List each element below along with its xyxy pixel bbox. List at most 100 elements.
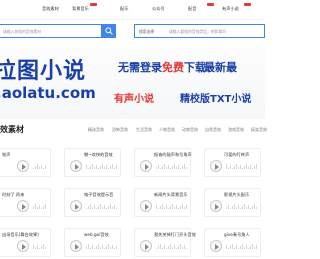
waveform-bar xyxy=(256,164,257,169)
waveform-bar xyxy=(104,248,105,249)
waveform-bar xyxy=(156,167,157,169)
sound-card[interactable]: 出场音乐(舞台效果) xyxy=(0,228,51,257)
play-icon[interactable] xyxy=(210,240,222,252)
tab-category[interactable]: 动物音效 xyxy=(182,127,198,133)
waveform-bar xyxy=(172,166,173,169)
waveform-bar xyxy=(180,244,181,249)
waveform-bar xyxy=(174,164,175,169)
waveform-bar xyxy=(90,166,91,169)
play-icon[interactable] xyxy=(140,200,152,212)
sound-card[interactable]: 效声 xyxy=(0,148,51,177)
play-icon[interactable] xyxy=(70,240,82,252)
hot-badge xyxy=(90,3,97,6)
play-icon[interactable] xyxy=(17,240,29,252)
tab-category[interactable]: 搞笑音效 xyxy=(251,127,267,133)
waveform-bar xyxy=(226,245,227,249)
waveform-bar xyxy=(158,165,159,169)
nav-item-dubbing[interactable]: 配音 xyxy=(188,6,196,12)
waveform-bar xyxy=(236,164,237,169)
waveform-bar xyxy=(176,167,177,169)
waveform-bar xyxy=(234,247,235,249)
sound-name: 我先关掉打门开头音效 xyxy=(154,232,196,237)
sound-name: 时刻了 再来 xyxy=(2,192,25,197)
play-icon[interactable] xyxy=(140,240,152,252)
search-button[interactable] xyxy=(102,24,116,38)
banner-title: 拉图小说 xyxy=(0,59,87,84)
waveform-bar xyxy=(234,166,235,169)
secondary-select[interactable]: 搜索选择 xyxy=(139,29,154,35)
secondary-search[interactable]: 搜索选择 请输入要搜的音效类型，例如掌声 xyxy=(134,24,265,38)
sound-name: give奏号角人 xyxy=(224,232,250,237)
waveform xyxy=(33,243,48,249)
waveform-bar xyxy=(33,168,34,169)
waveform-bar xyxy=(110,166,111,169)
waveform-bar xyxy=(114,205,115,209)
nav-item-bgm[interactable]: 背景音乐 xyxy=(72,6,89,12)
waveform-bar xyxy=(41,246,42,249)
tab-category[interactable]: 恐怖音效 xyxy=(112,127,128,133)
nav-item-official[interactable]: 公众号 xyxy=(152,6,165,12)
banner-latest: 最新最 xyxy=(204,61,237,74)
sound-card[interactable]: 我先关掉打门开头音效 xyxy=(134,228,196,257)
waveform-bar xyxy=(96,165,97,169)
nav-item-score[interactable]: 配乐 xyxy=(120,6,128,12)
play-icon[interactable] xyxy=(17,200,29,212)
play-icon[interactable] xyxy=(210,200,222,212)
waveform-bar xyxy=(238,248,239,249)
waveform-bar xyxy=(37,245,38,249)
waveform-bar xyxy=(238,167,239,169)
tab-category[interactable]: 生活音效 xyxy=(136,127,152,133)
sound-card[interactable]: 时刻了 再来 xyxy=(0,188,51,217)
waveform-bar xyxy=(164,207,165,209)
waveform-bar xyxy=(248,205,249,209)
waveform-bar xyxy=(166,248,167,249)
waveform-bar xyxy=(232,168,233,169)
waveform-bar xyxy=(100,204,101,209)
nav-item-audio-novel[interactable]: 有声小说 xyxy=(222,6,239,12)
waveform-bar xyxy=(252,206,253,209)
play-icon[interactable] xyxy=(210,160,222,172)
sound-card[interactable]: 电子音效提示音 xyxy=(64,188,121,217)
waveform-bar xyxy=(254,204,255,209)
sound-card[interactable]: 嘟~欢快的音效 xyxy=(64,148,121,177)
play-icon[interactable] xyxy=(140,160,152,172)
promo-banner[interactable]: 拉图小说 .aolatu.com 无需登录免费下载 最新最 有声小说 精校版TX… xyxy=(0,47,265,119)
waveform-bar xyxy=(43,206,44,209)
sound-card[interactable]: give奏号角人 xyxy=(204,228,261,257)
waveform-bar xyxy=(102,164,103,169)
waveform-bar xyxy=(252,244,253,249)
search-row: 请输入你搜的音效素材 搜索选择 请输入要搜的音效类型，例如掌声 xyxy=(0,24,265,38)
waveform-bar xyxy=(228,205,229,209)
tab-category[interactable]: 游戏音效 xyxy=(228,127,244,133)
sound-card[interactable]: 影视片头配乐 xyxy=(204,188,261,217)
nav-item-sound-effects[interactable]: 音效素材 xyxy=(42,6,59,12)
play-icon[interactable] xyxy=(17,160,29,172)
waveform-bar xyxy=(250,246,251,249)
waveform-bar xyxy=(94,167,95,169)
play-icon[interactable] xyxy=(70,160,82,172)
sound-card[interactable]: 可爱的叮咚声 xyxy=(204,148,261,177)
waveform-bar xyxy=(45,204,46,209)
sound-card[interactable]: 振奋的鼓声和号角声 xyxy=(134,148,192,177)
tab-category[interactable]: 精选音效 xyxy=(88,127,104,133)
sound-card[interactable]: web.goi音效 xyxy=(64,228,121,257)
waveform-bar xyxy=(33,244,34,249)
waveform xyxy=(33,163,48,169)
waveform-bar xyxy=(230,246,231,249)
tab-category[interactable]: 人物音效 xyxy=(159,127,175,133)
banner-free-download: 无需登录免费下载 xyxy=(118,61,206,74)
waveform-bar xyxy=(94,205,95,209)
play-icon[interactable] xyxy=(70,200,82,212)
waveform-bar xyxy=(164,164,165,169)
tab-category[interactable]: 自然音效 xyxy=(205,127,221,133)
search-input[interactable]: 请输入你搜的音效素材 xyxy=(0,24,102,38)
sound-card[interactable]: 新闻片头背景音乐 xyxy=(134,188,191,217)
waveform xyxy=(86,203,118,209)
waveform xyxy=(156,163,188,169)
waveform-bar xyxy=(254,247,255,249)
search-icon xyxy=(105,27,113,35)
waveform-bar xyxy=(41,208,42,209)
waveform-bar xyxy=(240,246,241,249)
sound-name: 嘟~欢快的音效 xyxy=(84,152,113,157)
waveform-bar xyxy=(45,166,46,169)
